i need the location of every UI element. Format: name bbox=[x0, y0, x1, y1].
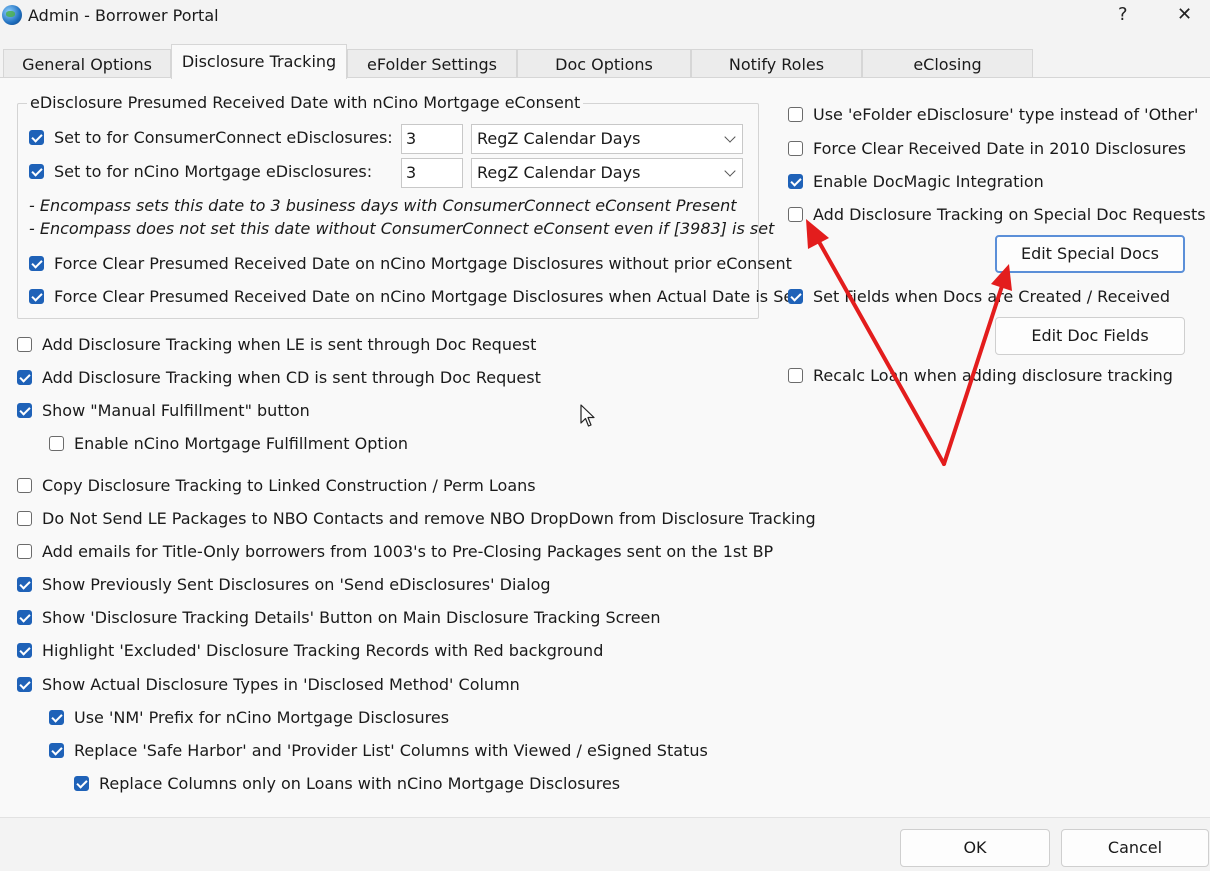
checkbox-unchecked[interactable] bbox=[788, 368, 803, 383]
tab-doc-options[interactable]: Doc Options bbox=[517, 49, 691, 78]
tab-efolder-settings[interactable]: eFolder Settings bbox=[347, 49, 517, 78]
consumerconnect-days-input[interactable]: 3 bbox=[401, 124, 463, 154]
checkbox-label: Replace 'Safe Harbor' and 'Provider List… bbox=[74, 741, 708, 760]
tab-notify-roles[interactable]: Notify Roles bbox=[691, 49, 862, 78]
tab-disclosure-tracking[interactable]: Disclosure Tracking bbox=[171, 44, 347, 79]
checkbox-label: Use 'eFolder eDisclosure' type instead o… bbox=[813, 105, 1199, 124]
checkbox-label: Show Actual Disclosure Types in 'Disclos… bbox=[42, 675, 520, 694]
checkbox-checked[interactable] bbox=[17, 370, 32, 385]
checkbox-label: Add Disclosure Tracking on Special Doc R… bbox=[813, 205, 1206, 224]
checkbox-checked[interactable] bbox=[49, 743, 64, 758]
checkbox-label: Force Clear Received Date in 2010 Disclo… bbox=[813, 139, 1187, 158]
checkbox-checked[interactable] bbox=[17, 577, 32, 592]
close-button[interactable]: ✕ bbox=[1177, 4, 1192, 25]
globe-icon bbox=[2, 5, 22, 25]
chevron-down-icon bbox=[724, 131, 736, 143]
checkbox-unchecked[interactable] bbox=[17, 337, 32, 352]
tab-eclosing[interactable]: eClosing bbox=[862, 49, 1033, 78]
checkbox-label: Set to for ConsumerConnect eDisclosures: bbox=[54, 128, 393, 147]
checkbox-unchecked[interactable] bbox=[49, 436, 64, 451]
ok-button[interactable]: OK bbox=[900, 829, 1050, 867]
checkbox-label: Replace Columns only on Loans with nCino… bbox=[99, 774, 621, 793]
checkbox-checked[interactable] bbox=[29, 130, 44, 145]
checkbox-label: Add Disclosure Tracking when CD is sent … bbox=[42, 368, 541, 387]
edit-special-docs-button[interactable]: Edit Special Docs bbox=[995, 235, 1185, 273]
checkbox-label: Add Disclosure Tracking when LE is sent … bbox=[42, 335, 537, 354]
info-note: - Encompass sets this date to 3 business… bbox=[29, 196, 737, 215]
checkbox-label: Show "Manual Fulfillment" button bbox=[42, 401, 310, 420]
select-value: RegZ Calendar Days bbox=[477, 163, 641, 182]
checkbox-label: Add emails for Title-Only borrowers from… bbox=[42, 542, 774, 561]
checkbox-checked[interactable] bbox=[29, 164, 44, 179]
ncino-days-input[interactable]: 3 bbox=[401, 158, 463, 188]
checkbox-checked[interactable] bbox=[74, 776, 89, 791]
checkbox-unchecked[interactable] bbox=[788, 207, 803, 222]
checkbox-label: Enable nCino Mortgage Fulfillment Option bbox=[74, 434, 409, 453]
checkbox-label: Set to for nCino Mortgage eDisclosures: bbox=[54, 162, 373, 181]
chevron-down-icon bbox=[724, 165, 736, 177]
checkbox-checked[interactable] bbox=[17, 643, 32, 658]
checkbox-unchecked[interactable] bbox=[788, 141, 803, 156]
groupbox-legend: eDisclosure Presumed Received Date with … bbox=[27, 93, 584, 112]
checkbox-label: Show 'Disclosure Tracking Details' Butto… bbox=[42, 608, 661, 627]
checkbox-unchecked[interactable] bbox=[788, 107, 803, 122]
checkbox-checked[interactable] bbox=[17, 403, 32, 418]
checkbox-checked[interactable] bbox=[788, 174, 803, 189]
window-title: Admin - Borrower Portal bbox=[28, 6, 219, 25]
checkbox-checked[interactable] bbox=[17, 610, 32, 625]
checkbox-label: Set Fields when Docs are Created / Recei… bbox=[813, 287, 1170, 306]
checkbox-label: Show Previously Sent Disclosures on 'Sen… bbox=[42, 575, 551, 594]
checkbox-unchecked[interactable] bbox=[17, 478, 32, 493]
footer-divider bbox=[0, 817, 1210, 818]
tab-strip: General Options Disclosure Tracking eFol… bbox=[0, 44, 1210, 79]
checkbox-checked[interactable] bbox=[29, 256, 44, 271]
help-button[interactable]: ? bbox=[1118, 4, 1128, 25]
info-note: - Encompass does not set this date witho… bbox=[29, 219, 775, 238]
checkbox-label: Force Clear Presumed Received Date on nC… bbox=[54, 254, 792, 273]
edit-doc-fields-button[interactable]: Edit Doc Fields bbox=[995, 317, 1185, 355]
select-value: RegZ Calendar Days bbox=[477, 129, 641, 148]
checkbox-unchecked[interactable] bbox=[17, 511, 32, 526]
checkbox-label: Use 'NM' Prefix for nCino Mortgage Discl… bbox=[74, 708, 450, 727]
checkbox-label: Enable DocMagic Integration bbox=[813, 172, 1044, 191]
checkbox-label: Recalc Loan when adding disclosure track… bbox=[813, 366, 1173, 385]
cancel-button[interactable]: Cancel bbox=[1061, 829, 1209, 867]
checkbox-label: Highlight 'Excluded' Disclosure Tracking… bbox=[42, 641, 604, 660]
checkbox-checked[interactable] bbox=[49, 710, 64, 725]
ncino-days-type-select[interactable]: RegZ Calendar Days bbox=[471, 158, 743, 188]
consumerconnect-days-type-select[interactable]: RegZ Calendar Days bbox=[471, 124, 743, 154]
checkbox-label: Copy Disclosure Tracking to Linked Const… bbox=[42, 476, 536, 495]
title-bar: Admin - Borrower Portal ? ✕ bbox=[0, 0, 1210, 34]
checkbox-checked[interactable] bbox=[788, 289, 803, 304]
checkbox-checked[interactable] bbox=[29, 289, 44, 304]
tab-general-options[interactable]: General Options bbox=[3, 49, 171, 78]
checkbox-label: Force Clear Presumed Received Date on nC… bbox=[54, 287, 800, 306]
checkbox-label: Do Not Send LE Packages to NBO Contacts … bbox=[42, 509, 816, 528]
checkbox-unchecked[interactable] bbox=[17, 544, 32, 559]
checkbox-checked[interactable] bbox=[17, 677, 32, 692]
